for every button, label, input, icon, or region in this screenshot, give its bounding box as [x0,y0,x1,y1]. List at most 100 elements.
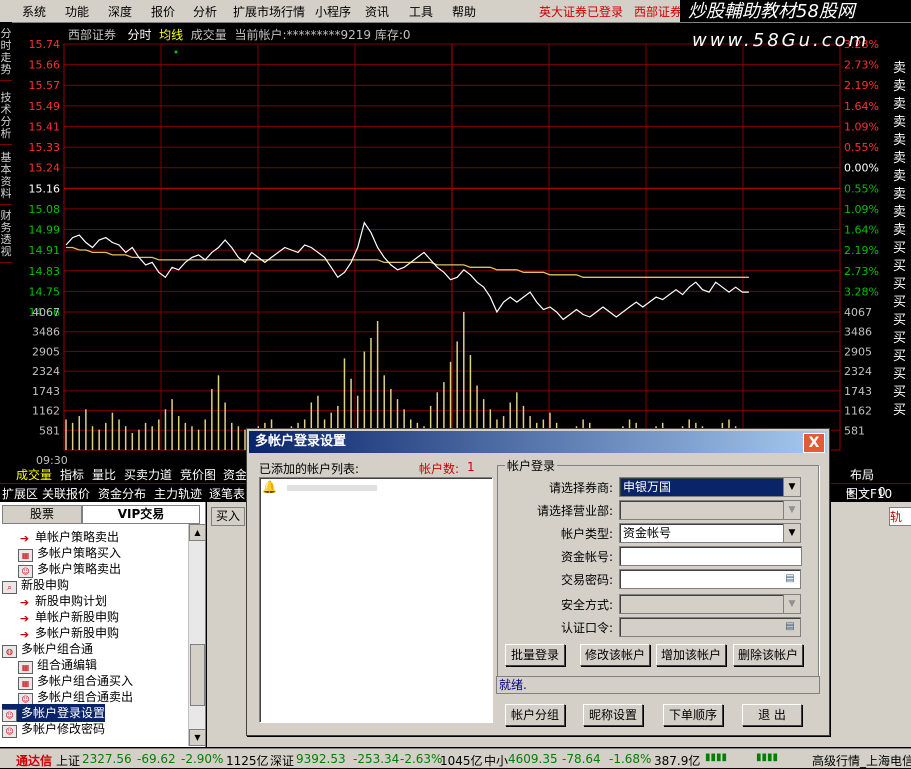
subtab-related-quote[interactable]: 关联报价 [42,485,90,502]
tick-marker [174,50,178,54]
menu-extended-market[interactable]: 扩展市场行情 [233,3,305,20]
dialog-titlebar: 多帐户登录设置 X [249,431,827,453]
trade-password-label: 交易密码: [561,573,614,587]
buy-level-10[interactable]: 买 [893,402,911,420]
subtab-extension[interactable]: 扩展区 [2,485,38,502]
tree-item[interactable]: ➔ 新股申购计划 [18,592,107,609]
delete-account-button[interactable]: 删除该帐户 [733,644,803,666]
scroll-up-icon[interactable]: ▲ [189,524,206,541]
buy-level-8[interactable]: 买 [893,366,911,384]
sell-level-4[interactable]: 卖 [893,168,911,186]
trade-password-input[interactable]: ▤ [619,569,801,589]
buy-level-5[interactable]: 买 [893,312,911,330]
subtab-tick-table[interactable]: 逐笔表 [209,485,245,502]
branch-select[interactable]: ▼ [619,500,801,520]
add-account-button[interactable]: 增加该帐户 [656,644,726,666]
buy-level-9[interactable]: 买 [893,384,911,402]
chevron-down-icon[interactable]: ▼ [783,524,800,542]
tab-volume-ratio[interactable]: 量比 [92,466,116,483]
sell-level-2[interactable]: 卖 [893,204,911,222]
security-mode-select[interactable]: ▼ [619,594,801,614]
modify-account-button[interactable]: 修改该帐户 [580,644,650,666]
buy-level-3[interactable]: 买 [893,276,911,294]
right-flag[interactable]: 轨 [889,507,911,526]
sz-index-change: -253.34 [353,752,400,766]
menu-quote[interactable]: 报价 [151,3,175,20]
account-name-obscured [286,484,377,491]
tree-item[interactable]: ➔ 多帐户新股申购 [18,624,119,641]
menu-help[interactable]: 帮助 [452,3,476,20]
buy-level-1[interactable]: 买 [893,240,911,258]
dialog-status-text: 就绪. [499,678,527,692]
tree-item[interactable]: ☺ 多帐户修改密码 [2,720,105,738]
volume-tick-label-right: 4067 [844,306,872,319]
scroll-down-icon[interactable]: ▼ [189,729,206,746]
tree-item[interactable]: ➔ 单帐户新股申购 [18,608,119,625]
exit-button[interactable]: 退 出 [742,704,802,726]
buy-level-2[interactable]: 买 [893,258,911,276]
subtab-fund-distribution[interactable]: 资金分布 [98,485,146,502]
chevron-down-icon[interactable]: ▼ [783,595,800,613]
account-list-item[interactable]: 🔔 [262,480,377,494]
tree-tab-vip[interactable]: VIP交易 [82,505,200,524]
tab-indicator[interactable]: 指标 [60,466,84,483]
account-list[interactable]: 🔔 [259,477,493,723]
broker-select[interactable]: 申银万国 ▼ [619,477,801,497]
price-tick-label: 14.99 [29,224,61,237]
account-list-label: 已添加的帐户列表: [259,462,360,476]
menu-applets[interactable]: 小程序 [315,3,351,20]
tree-tab-stock[interactable]: 股票 [2,505,82,524]
auth-code-input[interactable]: ▤ [619,617,801,637]
sell-level-8[interactable]: 卖 [893,96,911,114]
subtab-main-track[interactable]: 主力轨迹 [154,485,202,502]
fund-account-input[interactable] [619,546,802,566]
tab-funds[interactable]: 资金 [223,466,247,483]
sell-level-9[interactable]: 卖 [893,78,911,96]
sell-level-7[interactable]: 卖 [893,114,911,132]
buy-button[interactable]: 买入 [211,507,245,526]
sell-level-1[interactable]: 卖 [893,222,911,240]
sell-level-5[interactable]: 卖 [893,150,911,168]
tab-auction[interactable]: 竞价图 [180,466,216,483]
account-group-button[interactable]: 帐户分组 [505,704,565,726]
keyboard-icon[interactable]: ▤ [782,620,798,633]
bell-icon: 🔔 [262,480,277,494]
tab-bid-ask-force[interactable]: 买卖力道 [124,466,172,483]
status-bar: 通达信 上证 2327.56 -69.62 -2.90% 1125亿 深证 93… [0,748,911,768]
broker-label: 请选择券商: [549,481,614,495]
batch-login-button[interactable]: 批量登录 [505,644,565,666]
sell-level-6[interactable]: 卖 [893,132,911,150]
buy-level-7[interactable]: 买 [893,348,911,366]
price-tick-label: 14.91 [29,244,61,257]
magnifier-icon: ⌕ [2,581,17,594]
buy-level-6[interactable]: 买 [893,330,911,348]
nickname-settings-button[interactable]: 昵称设置 [583,704,643,726]
buy-level-4[interactable]: 买 [893,294,911,312]
sell-level-3[interactable]: 卖 [893,186,911,204]
keyboard-icon[interactable]: ▤ [782,572,798,585]
menu-function[interactable]: 功能 [65,3,89,20]
f10-button[interactable]: 图文F10 [846,485,892,502]
sell-level-10[interactable]: 卖 [893,60,911,78]
intraday-chart[interactable]: 15.74 15.66 15.57 15.49 15.41 15.33 15.24 15.16… [0,22,911,465]
tab-volume[interactable]: 成交量 [16,466,52,483]
menu-tools[interactable]: 工具 [409,3,433,20]
tree-item[interactable]: ➔ 单帐户策略卖出 [18,528,119,545]
chevron-down-icon[interactable]: ▼ [783,501,800,519]
menu-news[interactable]: 资讯 [365,3,389,20]
menu-analysis[interactable]: 分析 [193,3,217,20]
menu-system[interactable]: 系统 [22,3,46,20]
sz-index-value: 9392.53 [296,752,346,766]
chart-broker: 西部证券 [68,28,117,42]
account-type-select[interactable]: 资金帐号 ▼ [619,523,801,543]
order-sequence-button[interactable]: 下单顺序 [663,704,723,726]
volume-tick-label: 2905 [32,345,60,358]
chevron-down-icon[interactable]: ▼ [783,478,800,496]
tree-scrollbar[interactable]: ▲ ▼ [188,524,206,746]
broker-tab[interactable]: 西部证券 [634,3,682,20]
chart-volume-label: 成交量 [190,28,227,42]
close-icon[interactable]: X [803,433,825,453]
layout-button[interactable]: 布局 [850,466,874,483]
scroll-thumb[interactable] [190,644,205,706]
menu-depth[interactable]: 深度 [108,3,132,20]
